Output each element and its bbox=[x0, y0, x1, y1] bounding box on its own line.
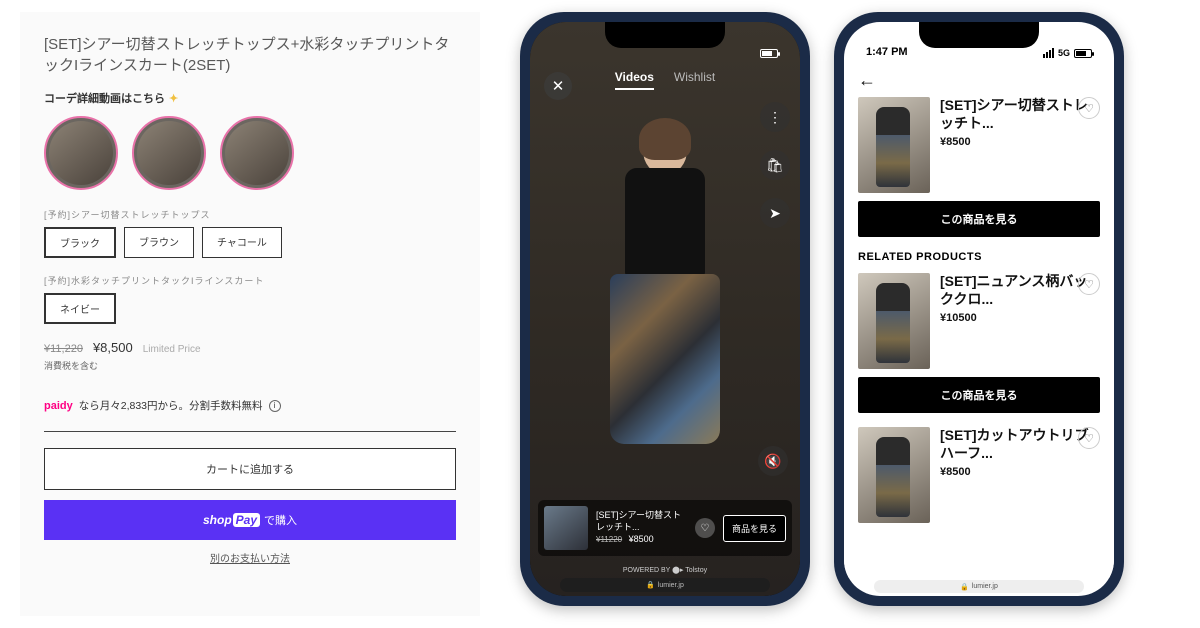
shoppay-logo: shopPay bbox=[203, 513, 260, 527]
tab-wishlist[interactable]: Wishlist bbox=[674, 70, 715, 90]
status-time: 1:47 PM bbox=[866, 46, 908, 58]
price-sale: ¥8,500 bbox=[93, 340, 133, 355]
card-info: [SET]カットアウトリブハーフ... ¥8500 bbox=[940, 427, 1100, 523]
alt-payment-link[interactable]: 別のお支払い方法 bbox=[44, 550, 456, 565]
variant2-swatches: ネイビー bbox=[44, 293, 456, 324]
paidy-text: なら月々2,833円から。分割手数料無料 bbox=[79, 398, 263, 413]
heart-icon[interactable]: ♡ bbox=[1078, 273, 1100, 295]
lock-icon: 🔒 bbox=[646, 581, 655, 589]
notch bbox=[919, 22, 1039, 48]
viewer-tabs: Videos Wishlist bbox=[530, 70, 800, 90]
signal-bars-icon bbox=[1043, 48, 1054, 58]
price-original: ¥11,220 bbox=[44, 343, 83, 355]
heart-icon[interactable]: ♡ bbox=[1078, 97, 1100, 119]
strip-price-old: ¥11220 bbox=[596, 535, 622, 544]
url-text: lumier.jp bbox=[972, 583, 998, 590]
card-thumbnail[interactable] bbox=[858, 427, 930, 523]
signal-label: 5G bbox=[1058, 48, 1070, 58]
product-title: [SET]シアー切替ストレッチトップス+水彩タッチプリントタックIラインスカート… bbox=[44, 34, 456, 76]
battery-icon bbox=[760, 49, 778, 58]
story-thumbnails bbox=[44, 116, 456, 190]
card-thumbnail[interactable] bbox=[858, 97, 930, 193]
story-thumb-1[interactable] bbox=[44, 116, 118, 190]
mute-icon[interactable]: 🔇 bbox=[758, 446, 788, 476]
tab-videos[interactable]: Videos bbox=[615, 70, 654, 90]
card-price: ¥10500 bbox=[940, 312, 1100, 324]
strip-thumbnail bbox=[544, 506, 588, 550]
phone-1: 1:46 PM 5G ✕ Videos Wishlist ⋮ 🛍 ➤ 🔇 bbox=[520, 12, 810, 606]
swatch-black[interactable]: ブラック bbox=[44, 227, 116, 258]
more-icon[interactable]: ⋮ bbox=[760, 102, 790, 132]
view-product-button[interactable]: この商品を見る bbox=[858, 201, 1100, 237]
model-figure bbox=[590, 122, 740, 452]
price-note: Limited Price bbox=[143, 344, 201, 355]
view-product-button[interactable]: この商品を見る bbox=[858, 377, 1100, 413]
product-page: [SET]シアー切替ストレッチトップス+水彩タッチプリントタックIラインスカート… bbox=[20, 12, 480, 616]
variant1-label: [予約]シアー切替ストレッチトップス bbox=[44, 208, 456, 221]
card-thumbnail[interactable] bbox=[858, 273, 930, 369]
add-to-cart-button[interactable]: カートに追加する bbox=[44, 448, 456, 490]
card-title: [SET]ニュアンス柄バッククロ... bbox=[940, 273, 1100, 308]
heart-icon[interactable]: ♡ bbox=[695, 518, 715, 538]
product-card: [SET]シアー切替ストレッチト... ¥8500 ♡ bbox=[858, 97, 1100, 193]
swatch-brown[interactable]: ブラウン bbox=[124, 227, 194, 258]
share-icon[interactable]: ➤ bbox=[760, 198, 790, 228]
shoppay-text: で購入 bbox=[264, 512, 297, 528]
url-bar[interactable]: 🔒 lumier.jp bbox=[874, 580, 1084, 593]
variant2-label: [予約]水彩タッチプリントタックIラインスカート bbox=[44, 274, 456, 287]
powered-by: POWERED BY ⬤▸ Tolstoy bbox=[530, 566, 800, 574]
card-info: [SET]ニュアンス柄バッククロ... ¥10500 bbox=[940, 273, 1100, 369]
paidy-logo: paidy bbox=[44, 400, 73, 412]
story-thumb-3[interactable] bbox=[220, 116, 294, 190]
card-title: [SET]シアー切替ストレッチト... bbox=[940, 97, 1100, 132]
battery-icon bbox=[1074, 49, 1092, 58]
status-right: 5G bbox=[1043, 48, 1092, 58]
video-heading-text: コーデ詳細動画はこちら bbox=[44, 90, 165, 106]
paidy-row: paidy なら月々2,833円から。分割手数料無料 i bbox=[44, 398, 456, 413]
url-text: lumier.jp bbox=[658, 582, 684, 589]
strip-text: [SET]シアー切替ストレッチト... ¥11220 ¥8500 bbox=[596, 510, 687, 545]
bag-icon[interactable]: 🛍 bbox=[760, 150, 790, 180]
sparkle-icon: ✦ bbox=[169, 92, 178, 105]
card-title: [SET]カットアウトリブハーフ... bbox=[940, 427, 1100, 462]
divider bbox=[44, 431, 456, 432]
heart-icon[interactable]: ♡ bbox=[1078, 427, 1100, 449]
phone-2: 1:47 PM 5G ← [SET]シアー切替ストレッチト... ¥8500 ♡ bbox=[834, 12, 1124, 606]
swatch-charcoal[interactable]: チャコール bbox=[202, 227, 282, 258]
tax-note: 消費税を含む bbox=[44, 359, 456, 372]
product-strip[interactable]: [SET]シアー切替ストレッチト... ¥11220 ¥8500 ♡ 商品を見る bbox=[538, 500, 792, 556]
card-price: ¥8500 bbox=[940, 466, 1100, 478]
product-list-body: ← [SET]シアー切替ストレッチト... ¥8500 ♡ この商品を見る RE… bbox=[844, 62, 1114, 578]
view-product-button[interactable]: 商品を見る bbox=[723, 515, 786, 542]
shop-pay-button[interactable]: shopPay で購入 bbox=[44, 500, 456, 540]
phone-mockups: 1:46 PM 5G ✕ Videos Wishlist ⋮ 🛍 ➤ 🔇 bbox=[520, 12, 1124, 616]
related-products-label: RELATED PRODUCTS bbox=[858, 251, 1100, 263]
price-row: ¥11,220 ¥8,500 Limited Price bbox=[44, 340, 456, 355]
strip-title: [SET]シアー切替ストレッチト... bbox=[596, 510, 687, 533]
swatch-navy[interactable]: ネイビー bbox=[44, 293, 116, 324]
card-price: ¥8500 bbox=[940, 136, 1100, 148]
back-arrow-icon[interactable]: ← bbox=[858, 70, 876, 91]
product-card: [SET]カットアウトリブハーフ... ¥8500 ♡ bbox=[858, 427, 1100, 523]
card-info: [SET]シアー切替ストレッチト... ¥8500 bbox=[940, 97, 1100, 193]
video-section-heading: コーデ詳細動画はこちら ✦ bbox=[44, 90, 456, 106]
url-bar[interactable]: 🔒 lumier.jp bbox=[560, 578, 770, 592]
lock-icon: 🔒 bbox=[960, 583, 969, 591]
strip-price-new: ¥8500 bbox=[629, 534, 654, 544]
story-thumb-2[interactable] bbox=[132, 116, 206, 190]
notch bbox=[605, 22, 725, 48]
side-action-icons: ⋮ 🛍 ➤ bbox=[760, 102, 790, 228]
phone1-screen: 1:46 PM 5G ✕ Videos Wishlist ⋮ 🛍 ➤ 🔇 bbox=[530, 22, 800, 596]
variant1-swatches: ブラック ブラウン チャコール bbox=[44, 227, 456, 258]
phone2-screen: 1:47 PM 5G ← [SET]シアー切替ストレッチト... ¥8500 ♡ bbox=[844, 22, 1114, 596]
info-icon[interactable]: i bbox=[269, 400, 281, 412]
product-card: [SET]ニュアンス柄バッククロ... ¥10500 ♡ bbox=[858, 273, 1100, 369]
